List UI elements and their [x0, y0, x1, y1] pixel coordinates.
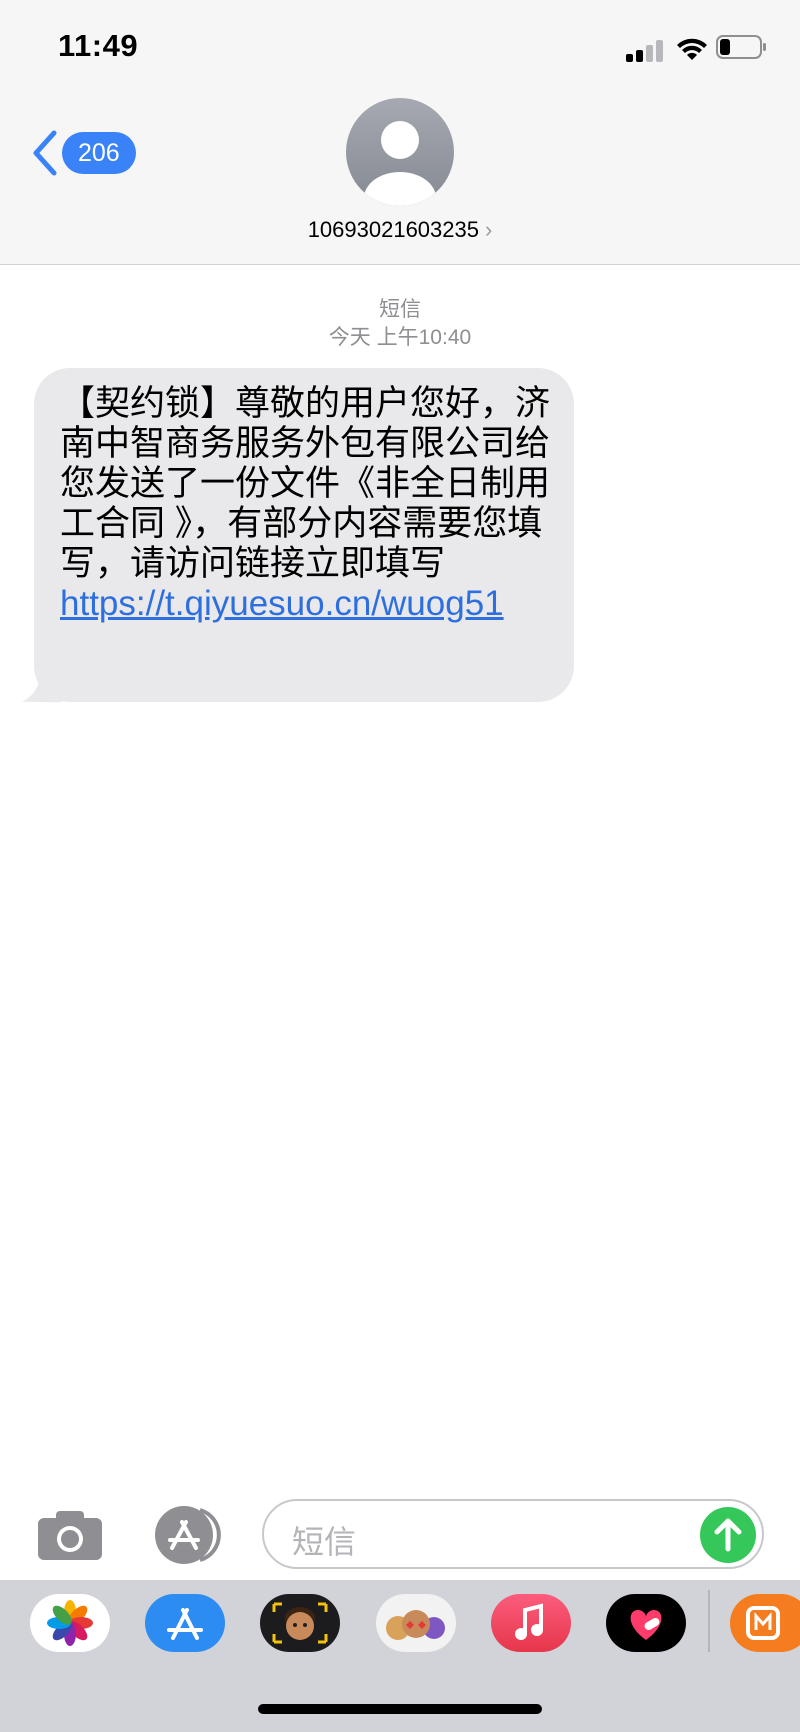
animoji-icon[interactable] — [376, 1594, 456, 1652]
wifi-icon — [677, 38, 707, 60]
app-drawer — [0, 1580, 800, 1732]
camera-icon[interactable] — [36, 1508, 104, 1562]
message-text: 【契约锁】尊敬的用户您好，济南中智商务服务外包有限公司给您发送了一份文件《非全日… — [60, 384, 551, 583]
message-input[interactable]: 短信 — [262, 1499, 764, 1569]
message-link[interactable]: https://t.qiyuesuo.cn/wuog51 — [60, 584, 504, 623]
app-store-drawer-icon[interactable] — [145, 1594, 225, 1652]
contact-avatar-icon[interactable] — [346, 98, 454, 206]
home-indicator — [258, 1704, 542, 1714]
photos-icon[interactable] — [30, 1594, 110, 1652]
mango-tv-icon[interactable] — [730, 1594, 800, 1652]
send-button[interactable] — [700, 1507, 756, 1563]
memoji-icon[interactable] — [260, 1594, 340, 1652]
contact-number[interactable]: 10693021603235 › — [0, 217, 800, 243]
chevron-right-icon: › — [484, 217, 493, 242]
back-chevron-icon — [33, 130, 57, 176]
app-store-icon[interactable] — [148, 1504, 226, 1566]
unread-count-badge: 206 — [62, 132, 136, 174]
message-timestamp: 今天 上午10:40 — [328, 326, 472, 349]
incoming-message-bubble[interactable]: 【契约锁】尊敬的用户您好，济南中智商务服务外包有限公司给您发送了一份文件《非全日… — [34, 368, 574, 702]
contact-number-label: 10693021603235 — [307, 217, 479, 242]
compose-bar: 短信 — [0, 1490, 800, 1580]
service-label: 短信 — [379, 298, 421, 321]
cellular-signal-icon — [626, 38, 666, 62]
back-button[interactable]: 206 — [30, 128, 136, 178]
music-icon[interactable] — [491, 1594, 571, 1652]
heart-app-icon[interactable] — [606, 1594, 686, 1652]
navigation-header: 11:49 206 10693021603235 › — [0, 0, 800, 265]
battery-icon — [716, 35, 766, 59]
drawer-divider — [708, 1590, 710, 1652]
message-input-placeholder: 短信 — [292, 1524, 357, 1560]
send-arrow-icon — [714, 1518, 742, 1552]
status-time: 11:49 — [58, 28, 139, 63]
